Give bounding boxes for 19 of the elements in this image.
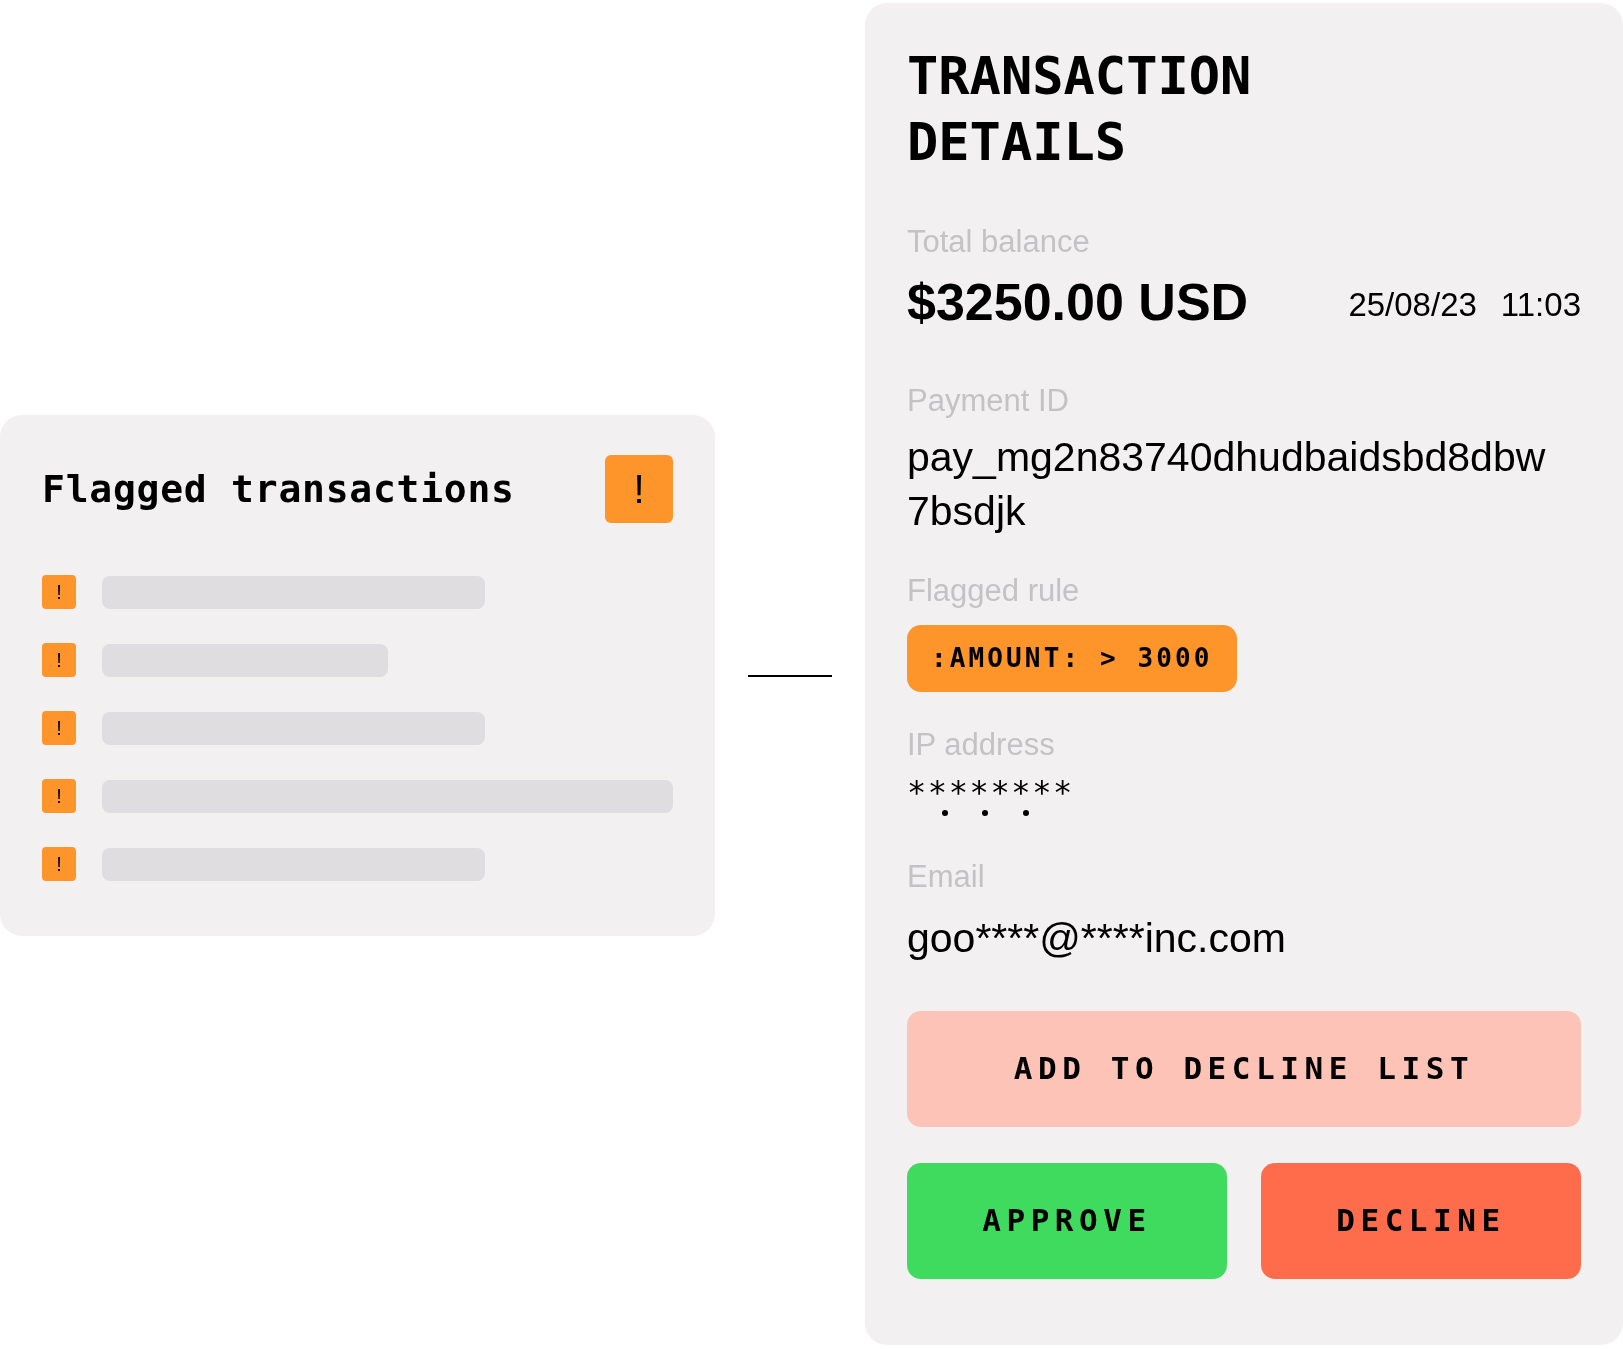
warning-icon: ! [42, 711, 76, 745]
time: 11:03 [1500, 285, 1581, 325]
panel-title: TRANSACTION DETAILS [907, 45, 1253, 174]
decline-button[interactable]: DECLINE [1261, 1162, 1581, 1279]
payment-id: pay_mg2n83740dhudbaidsbd8dbw7bsdjk [907, 433, 1547, 536]
approve-button[interactable]: APPROVE [907, 1162, 1227, 1279]
card-title: Flagged transactions [42, 465, 515, 513]
separator-dots-icon [942, 810, 1032, 816]
alert-icon: ! [605, 455, 673, 523]
warning-icon: ! [42, 847, 76, 881]
rule-tag: :AMOUNT: > 3000 [907, 624, 1237, 692]
warning-icon: ! [42, 779, 76, 813]
warning-icon: ! [42, 575, 76, 609]
decline-list-button[interactable]: ADD TO DECLINE LIST [907, 1010, 1581, 1127]
balance-amount: $3250.00 USD [907, 271, 1249, 333]
warning-icon: ! [42, 643, 76, 677]
ip-address: ******** [907, 774, 1074, 810]
email: goo****@****inc.com [907, 913, 1287, 963]
date: 25/08/23 [1348, 285, 1477, 325]
